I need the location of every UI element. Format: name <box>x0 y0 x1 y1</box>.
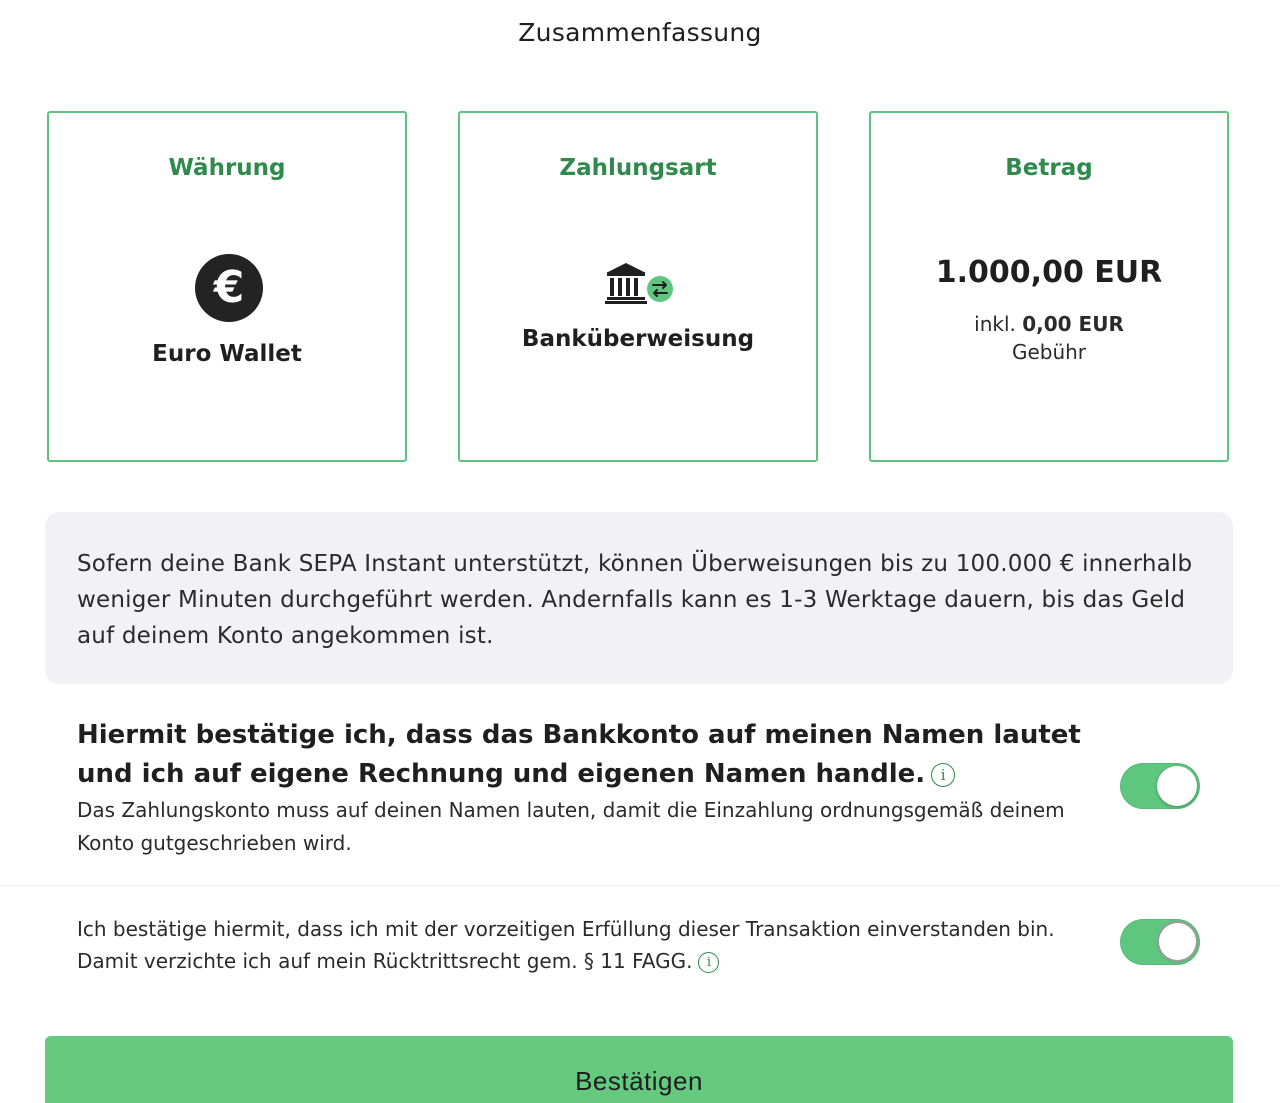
currency-card-label: Euro Wallet <box>152 341 302 367</box>
info-icon[interactable]: i <box>698 952 720 973</box>
currency-card: Währung € Euro Wallet <box>47 111 407 462</box>
confirm-button[interactable]: Bestätigen <box>45 1036 1233 1103</box>
payment-method-card-heading: Zahlungsart <box>559 155 717 181</box>
payment-method-card-label: Banküberweisung <box>521 326 755 352</box>
toggle-knob <box>1157 766 1197 806</box>
early-fulfillment-toggle[interactable] <box>1120 919 1200 965</box>
fee-value: 0,00 EUR <box>1022 312 1124 336</box>
summary-page: Zusammenfassung Währung € Euro Wallet Za… <box>0 0 1280 1103</box>
early-fulfillment-confirmation: Ich bestätige hiermit, dass ich mit der … <box>77 913 1087 977</box>
amount-value: 1.000,00 EUR <box>935 255 1163 290</box>
fee-prefix: inkl. <box>974 312 1016 336</box>
account-owner-confirmation-title-text: Hiermit bestätige ich, dass das Bankkont… <box>77 720 1081 789</box>
account-owner-toggle[interactable] <box>1120 763 1200 809</box>
page-title: Zusammenfassung <box>518 18 762 47</box>
euro-icon: € <box>195 254 263 322</box>
fee-suffix: Gebühr <box>1011 340 1087 364</box>
amount-card: Betrag 1.000,00 EUR inkl. 0,00 EUR Gebüh… <box>869 111 1229 462</box>
divider <box>0 885 1280 886</box>
bank-transfer-icon <box>605 263 675 304</box>
early-fulfillment-confirmation-text: Ich bestätige hiermit, dass ich mit der … <box>77 917 1055 973</box>
sepa-info-text: Sofern deine Bank SEPA Instant unterstüt… <box>77 551 1193 649</box>
account-owner-confirmation-description: Das Zahlungskonto muss auf deinen Namen … <box>77 798 1065 855</box>
account-owner-confirmation-title: Hiermit bestätige ich, dass das Bankkont… <box>77 716 1087 794</box>
amount-card-heading: Betrag <box>1005 155 1093 181</box>
info-icon[interactable]: i <box>931 762 956 787</box>
account-owner-confirmation: Hiermit bestätige ich, dass das Bankkont… <box>77 716 1087 860</box>
payment-method-card: Zahlungsart Banküberweisung <box>458 111 818 462</box>
sepa-info-box: Sofern deine Bank SEPA Instant unterstüt… <box>45 512 1233 684</box>
toggle-knob <box>1159 923 1196 960</box>
fee-info: inkl. 0,00 EUR Gebühr <box>871 310 1227 366</box>
currency-card-heading: Währung <box>168 155 286 181</box>
